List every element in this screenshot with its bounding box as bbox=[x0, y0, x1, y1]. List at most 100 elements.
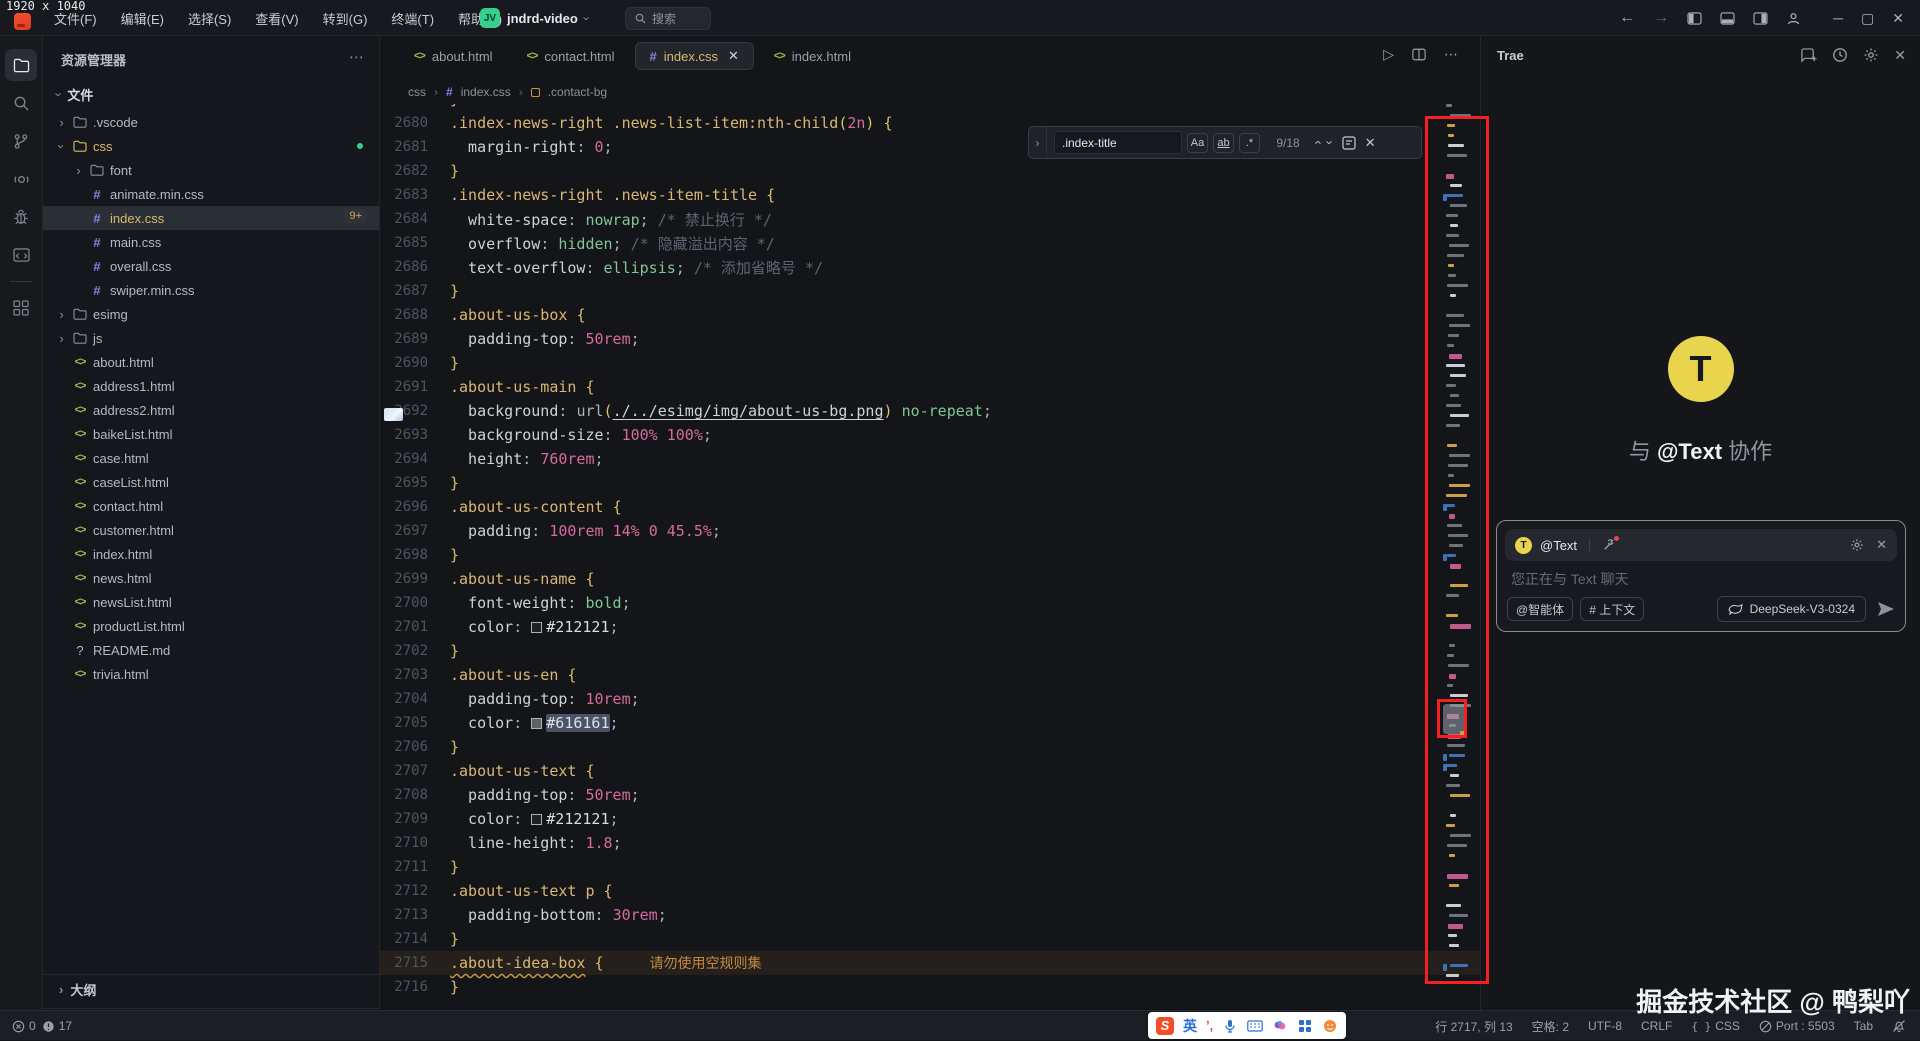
skin-icon[interactable] bbox=[1272, 1019, 1288, 1033]
file-row[interactable]: <>about.html bbox=[43, 350, 379, 374]
code-line[interactable]: 2689 padding-top: 50rem; bbox=[380, 327, 1480, 351]
ime-toolbar[interactable]: S 英 ’, bbox=[1148, 1012, 1346, 1039]
file-row[interactable]: <>address1.html bbox=[43, 374, 379, 398]
menu-select[interactable]: 选择(S) bbox=[178, 6, 241, 31]
code-line[interactable]: 2702} bbox=[380, 639, 1480, 663]
code-line[interactable]: 2714} bbox=[380, 927, 1480, 951]
code-line[interactable]: 2710 line-height: 1.8; bbox=[380, 831, 1480, 855]
code-line[interactable]: 2708 padding-top: 50rem; bbox=[380, 783, 1480, 807]
code-line[interactable]: 2701 color: #212121; bbox=[380, 615, 1480, 639]
problems-errors[interactable]: 0 bbox=[12, 1019, 36, 1033]
file-row[interactable]: #overall.css bbox=[43, 254, 379, 278]
code-line[interactable]: 2716} bbox=[380, 975, 1480, 999]
tab-setting[interactable]: Tab bbox=[1854, 1019, 1873, 1033]
menu-edit[interactable]: 编辑(E) bbox=[111, 6, 174, 31]
code-line[interactable]: 2687} bbox=[380, 279, 1480, 303]
file-row[interactable]: ›.vscode bbox=[43, 110, 379, 134]
close-icon[interactable]: ✕ bbox=[1365, 135, 1376, 151]
code-line[interactable]: 2703.about-us-en { bbox=[380, 663, 1480, 687]
file-row[interactable]: <>productList.html bbox=[43, 614, 379, 638]
new-chat-icon[interactable] bbox=[1800, 48, 1817, 63]
file-row[interactable]: #animate.min.css bbox=[43, 182, 379, 206]
file-row[interactable]: <>newsList.html bbox=[43, 590, 379, 614]
file-row[interactable]: <>baikeList.html bbox=[43, 422, 379, 446]
send-icon[interactable] bbox=[1877, 601, 1895, 617]
builder-tool-icon[interactable] bbox=[1602, 538, 1616, 552]
explorer-icon[interactable] bbox=[5, 49, 37, 81]
model-selector[interactable]: DeepSeek-V3-0324 bbox=[1717, 596, 1866, 622]
sogou-logo-icon[interactable]: S bbox=[1156, 1017, 1174, 1035]
file-row[interactable]: <>case.html bbox=[43, 446, 379, 470]
eol-setting[interactable]: CRLF bbox=[1641, 1019, 1672, 1033]
regex-toggle[interactable]: .* bbox=[1239, 133, 1260, 153]
code-line[interactable]: 2711} bbox=[380, 855, 1480, 879]
code-line[interactable]: 2690} bbox=[380, 351, 1480, 375]
punctuation-icon[interactable]: ’, bbox=[1206, 1018, 1213, 1033]
breadcrumb-file[interactable]: index.css bbox=[461, 85, 511, 99]
code-line[interactable]: 2686 text-overflow: ellipsis; /* 添加省略号 *… bbox=[380, 255, 1480, 279]
code-line[interactable]: 2693 background-size: 100% 100%; bbox=[380, 423, 1480, 447]
back-arrow-icon[interactable]: ← bbox=[1619, 9, 1635, 27]
code-line[interactable]: 2683.index-news-right .news-item-title { bbox=[380, 183, 1480, 207]
menu-view[interactable]: 查看(V) bbox=[245, 6, 308, 31]
mic-icon[interactable] bbox=[1222, 1019, 1238, 1033]
file-row[interactable]: <>news.html bbox=[43, 566, 379, 590]
minimize-icon[interactable]: ─ bbox=[1833, 10, 1843, 26]
tab-index.css[interactable]: #index.css✕ bbox=[635, 42, 754, 70]
global-search[interactable]: 搜索 bbox=[625, 7, 711, 30]
port-status[interactable]: Port : 5503 bbox=[1759, 1019, 1835, 1033]
file-row[interactable]: #main.css bbox=[43, 230, 379, 254]
color-swatch[interactable] bbox=[531, 622, 542, 633]
emoji-icon[interactable] bbox=[1322, 1019, 1338, 1033]
file-row[interactable]: ›css bbox=[43, 134, 379, 158]
keyboard-icon[interactable] bbox=[1247, 1019, 1263, 1033]
match-case-toggle[interactable]: Aa bbox=[1187, 133, 1208, 153]
code-line[interactable]: 2691.about-us-main { bbox=[380, 375, 1480, 399]
more-actions-icon[interactable]: ⋯ bbox=[349, 48, 365, 66]
file-row[interactable]: <>trivia.html bbox=[43, 662, 379, 686]
panel-right-icon[interactable] bbox=[1753, 12, 1768, 25]
context-chip[interactable]: # 上下文 bbox=[1580, 597, 1644, 621]
file-row[interactable]: <>address2.html bbox=[43, 398, 379, 422]
ime-language-mode[interactable]: 英 bbox=[1183, 1016, 1197, 1036]
breadcrumb-symbol[interactable]: .contact-bg bbox=[548, 85, 607, 99]
agent-chip[interactable]: @智能体 bbox=[1507, 597, 1573, 621]
run-icon[interactable]: ▷ bbox=[1383, 46, 1394, 63]
find-in-selection-icon[interactable] bbox=[1342, 136, 1356, 150]
code-line[interactable]: 2682} bbox=[380, 159, 1480, 183]
more-actions-icon[interactable]: ⋯ bbox=[1444, 46, 1458, 63]
code-area[interactable]: 2679}2680.index-news-right .news-list-it… bbox=[380, 104, 1480, 1010]
debug-icon[interactable] bbox=[5, 201, 37, 233]
indent-setting[interactable]: 空格: 2 bbox=[1532, 1018, 1569, 1035]
code-line[interactable]: 2712.about-us-text p { bbox=[380, 879, 1480, 903]
code-line[interactable]: 2684 white-space: nowrap; /* 禁止换行 */ bbox=[380, 207, 1480, 231]
file-row[interactable]: <>customer.html bbox=[43, 518, 379, 542]
tab-index.html[interactable]: <>index.html bbox=[760, 44, 865, 69]
panel-left-icon[interactable] bbox=[1687, 12, 1702, 25]
code-line[interactable]: 2697 padding: 100rem 14% 0 45.5%; bbox=[380, 519, 1480, 543]
maximize-icon[interactable]: ▢ bbox=[1861, 10, 1874, 27]
code-line[interactable]: 2700 font-weight: bold; bbox=[380, 591, 1480, 615]
code-line[interactable]: 2709 color: #212121; bbox=[380, 807, 1480, 831]
menu-terminal[interactable]: 终端(T) bbox=[381, 6, 444, 31]
file-row[interactable]: <>caseList.html bbox=[43, 470, 379, 494]
history-icon[interactable] bbox=[1832, 47, 1848, 63]
search-icon[interactable] bbox=[5, 87, 37, 119]
remote-icon[interactable] bbox=[5, 163, 37, 195]
source-control-icon[interactable] bbox=[5, 125, 37, 157]
close-icon[interactable]: ✕ bbox=[1894, 47, 1906, 64]
code-line[interactable]: 2692 background: url(./../esimg/img/abou… bbox=[380, 399, 1480, 423]
code-line[interactable]: 2696.about-us-content { bbox=[380, 495, 1480, 519]
file-row[interactable]: ›font bbox=[43, 158, 379, 182]
tab-contact.html[interactable]: <>contact.html bbox=[513, 44, 629, 69]
breadcrumb-folder[interactable]: css bbox=[408, 85, 426, 99]
code-line[interactable]: 2688.about-us-box { bbox=[380, 303, 1480, 327]
close-icon[interactable]: ✕ bbox=[1876, 537, 1887, 553]
chat-placeholder[interactable]: 您正在与 Text 聊天 bbox=[1511, 569, 1628, 589]
code-line[interactable]: 2679} bbox=[380, 104, 1480, 111]
color-swatch[interactable] bbox=[531, 718, 542, 729]
code-line[interactable]: 2698} bbox=[380, 543, 1480, 567]
forward-arrow-icon[interactable]: → bbox=[1653, 9, 1669, 27]
file-row[interactable]: ›esimg bbox=[43, 302, 379, 326]
file-row[interactable]: <>index.html bbox=[43, 542, 379, 566]
